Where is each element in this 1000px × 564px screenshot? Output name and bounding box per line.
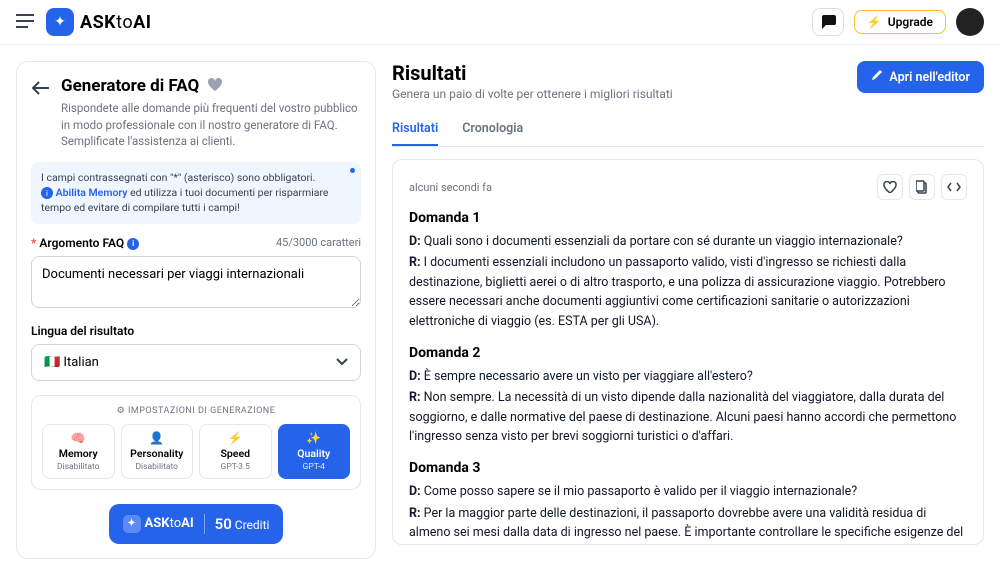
menu-icon[interactable] <box>16 13 34 32</box>
chevron-down-icon <box>336 355 348 370</box>
char-count: 45/3000 caratteri <box>276 236 361 249</box>
faq-item: Domanda 1 D: Quali sono i documenti essen… <box>409 210 967 331</box>
faq-question: D: È sempre necessario avere un visto pe… <box>409 367 967 386</box>
topbar: ✦ ASKtoAI ⚡ Upgrade <box>0 0 1000 45</box>
enable-memory-link[interactable]: Abilita Memory <box>56 186 128 199</box>
quality-option[interactable]: ✨ Quality GPT-4 <box>278 424 351 479</box>
code-result-button[interactable] <box>941 174 967 200</box>
language-label: Lingua del risultato <box>31 324 134 338</box>
faq-item: Domanda 3 D: Come posso sapere se il mio … <box>409 460 967 545</box>
result-card: alcuni secondi fa Domanda 1 D: Quali sono… <box>392 159 984 545</box>
upgrade-button[interactable]: ⚡ Upgrade <box>854 10 946 34</box>
faq-title: Domanda 1 <box>409 210 967 226</box>
language-select[interactable]: 🇮🇹 Italian <box>31 344 361 381</box>
tabs: Risultati Cronologia <box>392 113 984 147</box>
faq-answer: R: Non sempre. La necessità di un visto … <box>409 388 967 446</box>
faq-answer: R: Per la maggior parte delle destinazio… <box>409 504 967 545</box>
generator-panel: Generatore di FAQ Rispondete alle domand… <box>16 61 376 559</box>
logo-badge-icon: ✦ <box>46 8 74 36</box>
result-timestamp: alcuni secondi fa <box>409 181 492 194</box>
generate-button[interactable]: ✦ ASKtoAI 50 Crediti <box>109 504 284 544</box>
person-icon: 👤 <box>149 431 164 445</box>
personality-option[interactable]: 👤 Personality Disabilitato <box>121 424 194 479</box>
faq-title: Domanda 3 <box>409 460 967 476</box>
memory-option[interactable]: 🧠 Memory Disabilitato <box>42 424 115 479</box>
bolt-icon: ⚡ <box>867 15 882 29</box>
settings-title: ⚙ IMPOSTAZIONI DI GENERAZIONE <box>42 406 350 416</box>
avatar[interactable] <box>956 8 984 36</box>
faq-item: Domanda 2 D: È sempre necessario avere un… <box>409 345 967 447</box>
tab-history[interactable]: Cronologia <box>462 113 523 146</box>
favorite-icon[interactable] <box>207 77 223 96</box>
favorite-result-button[interactable] <box>877 174 903 200</box>
info-icon: i <box>41 187 53 199</box>
results-title: Risultati <box>392 61 673 85</box>
faq-question: D: Come posso sapere se il mio passaport… <box>409 482 967 501</box>
logo[interactable]: ✦ ASKtoAI <box>46 8 151 36</box>
topic-label: * Argomento FAQ i <box>31 236 139 250</box>
faq-title: Domanda 2 <box>409 345 967 361</box>
topic-input[interactable] <box>31 256 361 308</box>
results-subtitle: Genera un paio di volte per ottenere i m… <box>392 87 673 101</box>
logo-badge-icon: ✦ <box>123 515 141 533</box>
copy-result-button[interactable] <box>909 174 935 200</box>
chat-button[interactable] <box>812 8 844 36</box>
open-editor-button[interactable]: Apri nell'editor <box>857 61 984 93</box>
bolt-icon: ⚡ <box>228 431 243 445</box>
sparkle-icon: ✨ <box>306 431 321 445</box>
faq-answer: R: I documenti essenziali includono un p… <box>409 253 967 331</box>
speed-option[interactable]: ⚡ Speed GPT-3.5 <box>199 424 272 479</box>
brain-icon: 🧠 <box>71 431 86 445</box>
tab-results[interactable]: Risultati <box>392 113 438 146</box>
info-icon[interactable]: i <box>127 238 139 250</box>
pencil-icon <box>871 69 883 85</box>
info-box: I campi contrassegnati con "*" (asterisc… <box>31 162 361 224</box>
page-description: Rispondete alle domande più frequenti de… <box>61 100 361 150</box>
logo-text: ASKtoAI <box>80 12 151 33</box>
back-button[interactable] <box>31 80 49 99</box>
faq-question: D: Quali sono i documenti essenziali da … <box>409 232 967 251</box>
page-title: Generatore di FAQ <box>61 76 199 96</box>
generation-settings: ⚙ IMPOSTAZIONI DI GENERAZIONE 🧠 Memory D… <box>31 395 361 490</box>
